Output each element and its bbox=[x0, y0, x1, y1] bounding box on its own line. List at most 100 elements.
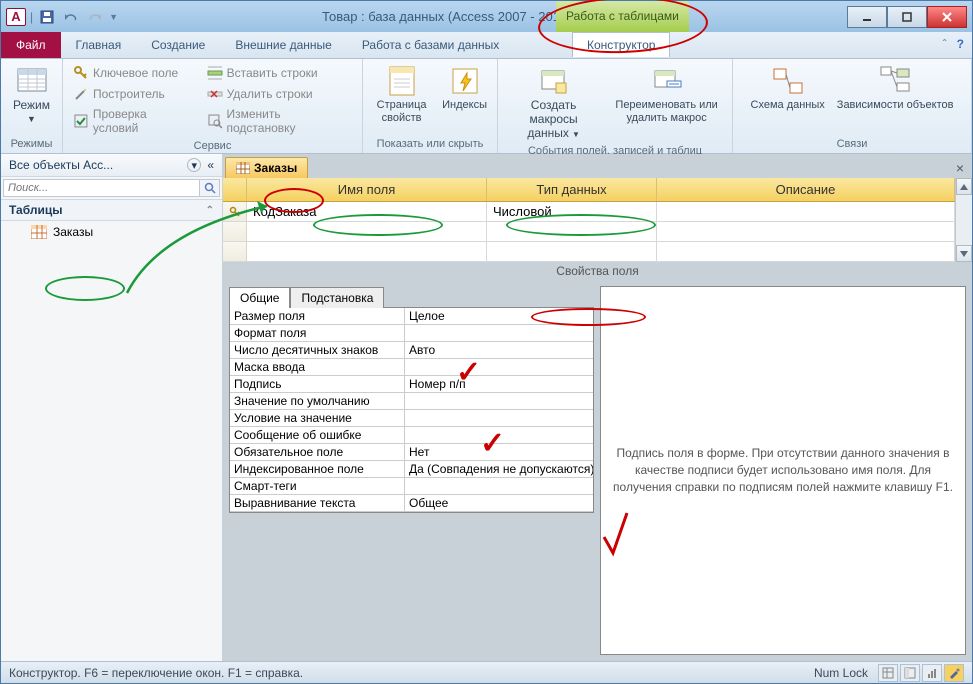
qat-redo[interactable] bbox=[85, 7, 105, 27]
primary-key-button[interactable]: Ключевое поле bbox=[69, 63, 199, 83]
tab-create[interactable]: Создание bbox=[136, 32, 220, 58]
property-value[interactable]: Номер п/п bbox=[405, 376, 593, 392]
test-rules-button[interactable]: Проверка условий bbox=[69, 105, 199, 137]
tab-file[interactable]: Файл bbox=[1, 32, 61, 58]
qat-undo[interactable] bbox=[61, 7, 81, 27]
titlebar: A | ▼ Товар : база данных (Access 2007 -… bbox=[1, 1, 972, 32]
tab-lookup[interactable]: Подстановка bbox=[290, 287, 384, 308]
property-row[interactable]: Выравнивание текстаОбщее bbox=[230, 495, 593, 512]
qat-save[interactable] bbox=[37, 7, 57, 27]
property-value[interactable] bbox=[405, 478, 593, 494]
col-description[interactable]: Описание bbox=[657, 178, 955, 201]
property-row[interactable]: ПодписьНомер п/п bbox=[230, 376, 593, 393]
nav-collapse-icon[interactable]: « bbox=[207, 158, 214, 172]
nav-item-zakazy[interactable]: Заказы bbox=[1, 221, 222, 243]
property-row[interactable]: Сообщение об ошибке bbox=[230, 427, 593, 444]
tab-dbtools[interactable]: Работа с базами данных bbox=[347, 32, 514, 58]
table-row[interactable]: КодЗаказа Числовой bbox=[223, 202, 955, 222]
vscrollbar[interactable] bbox=[955, 178, 972, 262]
tab-home[interactable]: Главная bbox=[61, 32, 137, 58]
property-sheet-button[interactable]: Страница свойств bbox=[369, 63, 434, 126]
group-service: Сервис bbox=[67, 139, 358, 153]
builder-button[interactable]: Построитель bbox=[69, 84, 199, 104]
view-button[interactable]: Режим▼ bbox=[9, 63, 54, 127]
dependencies-button[interactable]: Зависимости объектов bbox=[833, 63, 958, 114]
property-value[interactable] bbox=[405, 359, 593, 375]
status-text: Конструктор. F6 = переключение окон. F1 … bbox=[9, 666, 303, 680]
maximize-button[interactable] bbox=[887, 6, 927, 28]
key-icon bbox=[73, 65, 89, 81]
create-macros-button[interactable]: Создать макросы данных ▼ bbox=[504, 63, 603, 142]
navigation-pane: Все объекты Acc... ▾ « Таблицы ⌃ Заказы bbox=[1, 154, 223, 661]
property-row[interactable]: Условие на значение bbox=[230, 410, 593, 427]
property-row[interactable]: Смарт-теги bbox=[230, 478, 593, 495]
property-value[interactable] bbox=[405, 410, 593, 426]
help-icon[interactable]: ? bbox=[957, 37, 964, 53]
property-value[interactable] bbox=[405, 325, 593, 341]
group-modes: Режимы bbox=[5, 137, 58, 151]
table-row[interactable] bbox=[223, 222, 955, 242]
numlock-indicator: Num Lock bbox=[814, 666, 868, 680]
tab-external[interactable]: Внешние данные bbox=[220, 32, 347, 58]
search-icon bbox=[204, 182, 216, 194]
property-help: Подпись поля в форме. При отсутствии дан… bbox=[600, 286, 966, 655]
property-value[interactable] bbox=[405, 393, 593, 409]
col-data-type[interactable]: Тип данных bbox=[487, 178, 657, 201]
property-value[interactable]: Да (Совпадения не допускаются) bbox=[405, 461, 593, 477]
table-row[interactable] bbox=[223, 242, 955, 262]
property-row[interactable]: Формат поля bbox=[230, 325, 593, 342]
col-field-name[interactable]: Имя поля bbox=[247, 178, 487, 201]
app-icon: A bbox=[6, 8, 26, 26]
nav-tables-header[interactable]: Таблицы ⌃ bbox=[1, 199, 222, 221]
delete-rows-button[interactable]: Удалить строки bbox=[203, 84, 356, 104]
insert-rows-button[interactable]: Вставить строки bbox=[203, 63, 356, 83]
description-cell[interactable] bbox=[657, 202, 955, 221]
relationships-button[interactable]: Схема данных bbox=[747, 63, 829, 114]
minimize-button[interactable] bbox=[847, 6, 887, 28]
search-input[interactable] bbox=[3, 179, 200, 197]
document-area: Заказы × Имя поля Тип данных Описание bbox=[223, 154, 972, 661]
nav-dropdown-icon[interactable]: ▾ bbox=[187, 158, 201, 172]
rename-macro-button[interactable]: Переименовать или удалить макрос bbox=[607, 63, 726, 126]
scroll-up-button[interactable] bbox=[956, 178, 972, 195]
property-label: Маска ввода bbox=[230, 359, 405, 375]
modify-lookup-button[interactable]: Изменить подстановку bbox=[203, 105, 356, 137]
property-row[interactable]: Обязательное полеНет bbox=[230, 444, 593, 461]
nav-title[interactable]: Все объекты Acc... bbox=[9, 158, 187, 172]
search-button[interactable] bbox=[200, 179, 220, 197]
property-row[interactable]: Значение по умолчанию bbox=[230, 393, 593, 410]
doc-close-button[interactable]: × bbox=[948, 158, 972, 178]
tab-design[interactable]: Конструктор bbox=[572, 32, 670, 57]
field-name-cell[interactable]: КодЗаказа bbox=[247, 202, 487, 221]
group-relations: Связи bbox=[737, 137, 967, 151]
indexes-button[interactable]: Индексы bbox=[438, 63, 491, 114]
property-row[interactable]: Индексированное полеДа (Совпадения не до… bbox=[230, 461, 593, 478]
property-value[interactable]: Целое bbox=[405, 308, 593, 324]
view-pivot-button[interactable] bbox=[900, 664, 920, 682]
scroll-down-button[interactable] bbox=[956, 245, 972, 262]
property-row[interactable]: Размер поляЦелое bbox=[230, 308, 593, 325]
data-type-cell[interactable]: Числовой bbox=[487, 202, 657, 221]
table-icon bbox=[31, 225, 47, 239]
property-label: Подпись bbox=[230, 376, 405, 392]
ribbon-collapse-icon[interactable]: ˆ bbox=[943, 37, 947, 53]
view-design-button[interactable] bbox=[944, 664, 964, 682]
close-button[interactable] bbox=[927, 6, 967, 28]
doc-tab-zakazy[interactable]: Заказы bbox=[225, 157, 308, 178]
property-value[interactable]: Авто bbox=[405, 342, 593, 358]
property-row[interactable]: Маска ввода bbox=[230, 359, 593, 376]
property-value[interactable]: Нет bbox=[405, 444, 593, 460]
design-grid-header: Имя поля Тип данных Описание bbox=[223, 178, 955, 202]
tab-general[interactable]: Общие bbox=[229, 287, 290, 308]
view-chart-button[interactable] bbox=[922, 664, 942, 682]
macro-icon bbox=[538, 65, 570, 97]
view-datasheet-button[interactable] bbox=[878, 664, 898, 682]
property-label: Число десятичных знаков bbox=[230, 342, 405, 358]
ribbon-tabs: Файл Главная Создание Внешние данные Раб… bbox=[1, 32, 972, 59]
property-row[interactable]: Число десятичных знаковАвто bbox=[230, 342, 593, 359]
property-label: Размер поля bbox=[230, 308, 405, 324]
property-value[interactable] bbox=[405, 427, 593, 443]
property-value[interactable]: Общее bbox=[405, 495, 593, 511]
datasheet-icon bbox=[16, 65, 48, 97]
collapse-group-icon[interactable]: ⌃ bbox=[206, 205, 214, 216]
